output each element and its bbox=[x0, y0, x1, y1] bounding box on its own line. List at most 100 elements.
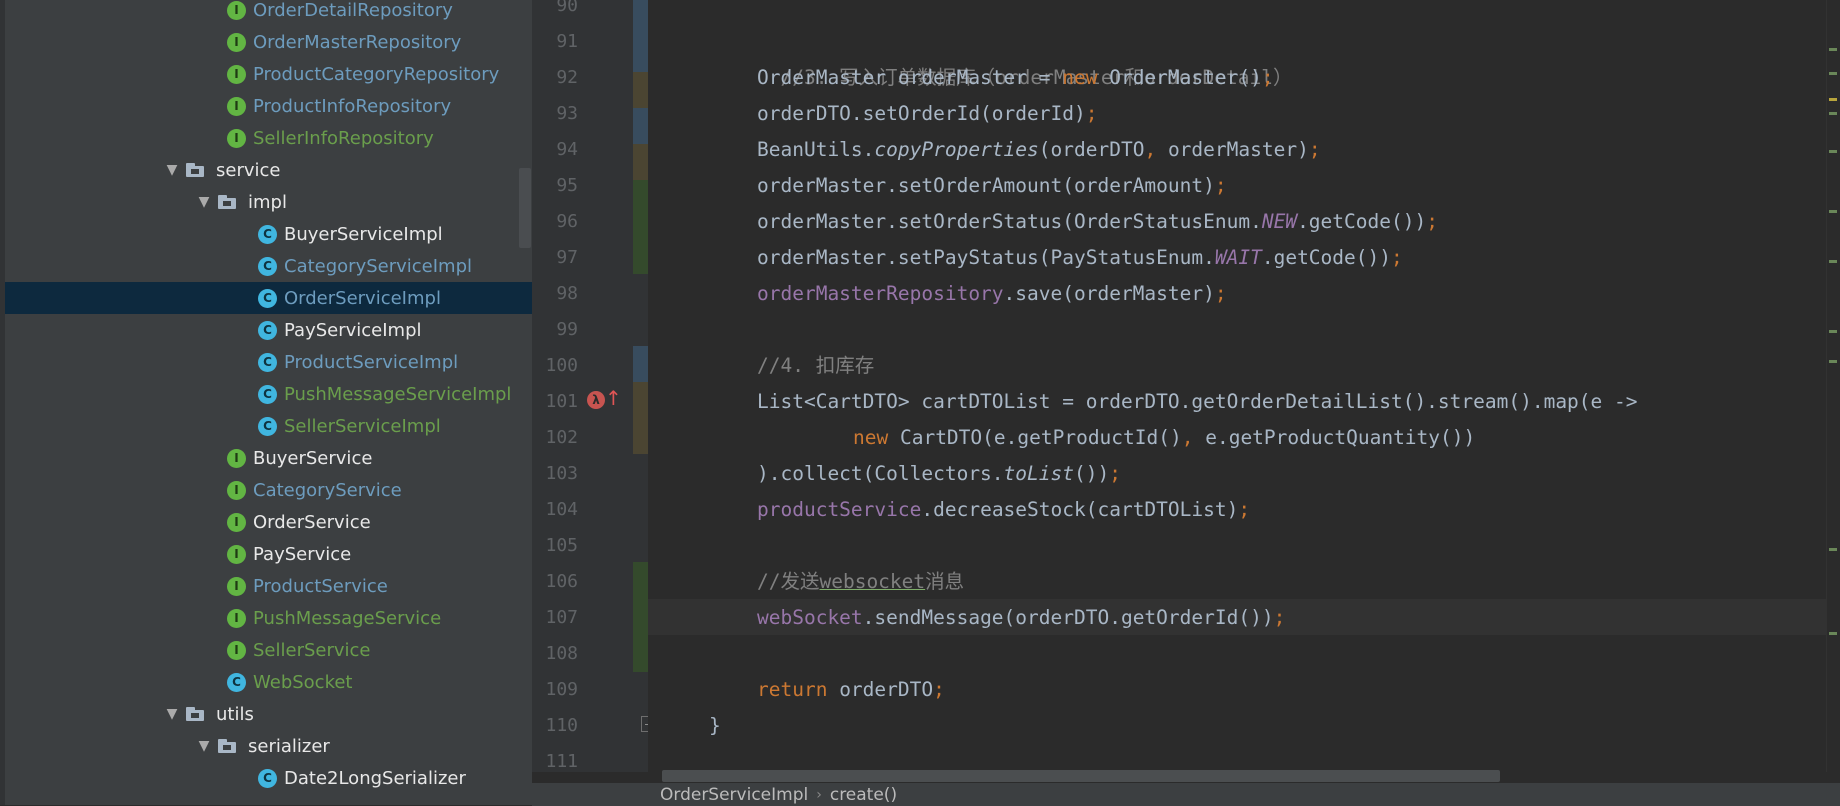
code-token: .sendMessage(orderDTO.getOrderId()) bbox=[862, 606, 1274, 629]
interface-icon: I bbox=[227, 32, 246, 52]
line-number[interactable]: 98 bbox=[532, 276, 578, 312]
tree-item[interactable]: C Date2LongSerializer bbox=[5, 762, 532, 794]
tree-item-label: ProductCategoryRepository bbox=[253, 63, 500, 85]
vcs-modified-marker bbox=[633, 382, 648, 454]
class-icon: C bbox=[258, 256, 277, 276]
tree-item[interactable]: I OrderService bbox=[5, 506, 532, 538]
code-comma: , bbox=[1144, 138, 1157, 161]
stripe-mark[interactable] bbox=[1829, 360, 1837, 363]
line-number[interactable]: 96 bbox=[532, 204, 578, 240]
folder-icon bbox=[186, 163, 206, 177]
line-number[interactable]: 106 bbox=[532, 564, 578, 600]
tree-item-label: OrderMasterRepository bbox=[253, 31, 462, 53]
code-comment-typo: websocket bbox=[819, 570, 926, 593]
interface-icon: I bbox=[227, 640, 246, 660]
code-line-94: BeanUtils.copyProperties(orderDTO, order… bbox=[757, 132, 1321, 168]
tree-item[interactable]: I OrderMasterRepository bbox=[5, 26, 532, 58]
stripe-mark[interactable] bbox=[1829, 632, 1837, 635]
tree-item[interactable]: C CategoryServiceImpl bbox=[5, 250, 532, 282]
line-number[interactable]: 91 bbox=[532, 24, 578, 60]
code-semicolon: ; bbox=[1109, 462, 1121, 485]
breadcrumb-method[interactable]: create() bbox=[830, 785, 897, 805]
code-field: webSocket bbox=[757, 606, 863, 629]
stripe-mark[interactable] bbox=[1829, 260, 1837, 263]
chevron-down-icon[interactable]: ▼ bbox=[194, 194, 214, 210]
line-number[interactable]: 93 bbox=[532, 96, 578, 132]
code-token: (orderDTO bbox=[1038, 138, 1145, 161]
tree-folder-serializer[interactable]: ▼ serializer bbox=[5, 730, 532, 762]
line-number[interactable]: 104 bbox=[532, 492, 578, 528]
tree-scrollbar[interactable] bbox=[519, 168, 531, 248]
horizontal-scrollbar-thumb[interactable] bbox=[662, 770, 1500, 782]
tree-item-selected[interactable]: C OrderServiceImpl bbox=[5, 282, 532, 314]
tree-item[interactable]: C WebSocket bbox=[5, 666, 532, 698]
line-number[interactable]: 108 bbox=[532, 636, 578, 672]
code-token: .getCode()) bbox=[1297, 210, 1427, 233]
tree-folder-service[interactable]: ▼ service bbox=[5, 154, 532, 186]
stripe-mark[interactable] bbox=[1829, 150, 1837, 153]
line-number[interactable]: 102 bbox=[532, 420, 578, 456]
line-number[interactable]: 111 bbox=[532, 744, 578, 780]
tree-item[interactable]: I SellerInfoRepository bbox=[5, 122, 532, 154]
tree-item[interactable]: I CategoryService bbox=[5, 474, 532, 506]
line-number[interactable]: 92 bbox=[532, 60, 578, 96]
stripe-mark[interactable] bbox=[1829, 98, 1837, 101]
interface-icon: I bbox=[227, 0, 246, 20]
tree-item-label: serializer bbox=[248, 735, 330, 757]
line-number[interactable]: 99 bbox=[532, 312, 578, 348]
tree-item[interactable]: C ProductServiceImpl bbox=[5, 346, 532, 378]
stripe-mark[interactable] bbox=[1829, 210, 1837, 213]
class-icon: C bbox=[227, 672, 246, 692]
code-semicolon: ; bbox=[1426, 210, 1438, 233]
tree-item[interactable]: I ProductCategoryRepository bbox=[5, 58, 532, 90]
breadcrumb-separator: › bbox=[816, 786, 822, 803]
code-semicolon: ; bbox=[933, 678, 945, 701]
line-number[interactable]: 109 bbox=[532, 672, 578, 708]
tree-folder-utils[interactable]: ▼ utils bbox=[5, 698, 532, 730]
tree-item[interactable]: C SellerServiceImpl bbox=[5, 410, 532, 442]
line-number[interactable]: 105 bbox=[532, 528, 578, 564]
stripe-mark[interactable] bbox=[1829, 548, 1837, 551]
line-number[interactable]: 90 bbox=[532, 0, 578, 24]
line-number[interactable]: 100 bbox=[532, 348, 578, 384]
stripe-mark[interactable] bbox=[1829, 72, 1837, 75]
stripe-mark[interactable] bbox=[1829, 112, 1837, 115]
tree-item[interactable]: I PushMessageService bbox=[5, 602, 532, 634]
error-stripe[interactable] bbox=[1826, 0, 1840, 772]
tree-folder-impl[interactable]: ▼ impl bbox=[5, 186, 532, 218]
tree-item-label: PayServiceImpl bbox=[284, 319, 422, 341]
interface-icon: I bbox=[227, 544, 246, 564]
stripe-mark[interactable] bbox=[1829, 48, 1837, 51]
tree-item-label: BuyerServiceImpl bbox=[284, 223, 443, 245]
tree-item[interactable]: I OrderDetailRepository bbox=[5, 0, 532, 26]
line-number[interactable]: 95 bbox=[532, 168, 578, 204]
tree-item[interactable]: I ProductInfoRepository bbox=[5, 90, 532, 122]
override-arrow-icon[interactable]: ↑ bbox=[605, 386, 622, 410]
lambda-icon[interactable]: λ bbox=[587, 391, 605, 409]
tree-item[interactable]: I SellerService bbox=[5, 634, 532, 666]
code-token: ()) bbox=[1074, 462, 1110, 485]
project-tree[interactable]: I OrderDetailRepository I OrderMasterRep… bbox=[0, 0, 532, 805]
line-number[interactable]: 103 bbox=[532, 456, 578, 492]
breadcrumb-class[interactable]: OrderServiceImpl bbox=[660, 785, 808, 805]
tree-item[interactable]: I BuyerService bbox=[5, 442, 532, 474]
stripe-mark[interactable] bbox=[1829, 330, 1837, 333]
line-number[interactable]: 101 bbox=[532, 384, 578, 420]
chevron-down-icon[interactable]: ▼ bbox=[194, 738, 214, 754]
chevron-down-icon[interactable]: ▼ bbox=[162, 162, 182, 178]
code-comment: //4. 扣库存 bbox=[757, 354, 875, 377]
line-number[interactable]: 97 bbox=[532, 240, 578, 276]
line-number[interactable]: 94 bbox=[532, 132, 578, 168]
tree-item[interactable]: C BuyerServiceImpl bbox=[5, 218, 532, 250]
code-token: orderMaster.setPayStatus(PayStatusEnum. bbox=[757, 246, 1215, 269]
tree-item[interactable]: I PayService bbox=[5, 538, 532, 570]
tree-item[interactable]: C PushMessageServiceImpl bbox=[5, 378, 532, 410]
chevron-down-icon[interactable]: ▼ bbox=[162, 706, 182, 722]
line-number[interactable]: 107 bbox=[532, 600, 578, 636]
tree-item[interactable]: C PayServiceImpl bbox=[5, 314, 532, 346]
line-number[interactable]: 110 bbox=[532, 708, 578, 744]
code-line-95: orderMaster.setOrderAmount(orderAmount); bbox=[757, 168, 1227, 204]
tree-item[interactable]: I ProductService bbox=[5, 570, 532, 602]
code-keyword: new bbox=[1062, 66, 1098, 89]
code-field: productService bbox=[757, 498, 922, 521]
